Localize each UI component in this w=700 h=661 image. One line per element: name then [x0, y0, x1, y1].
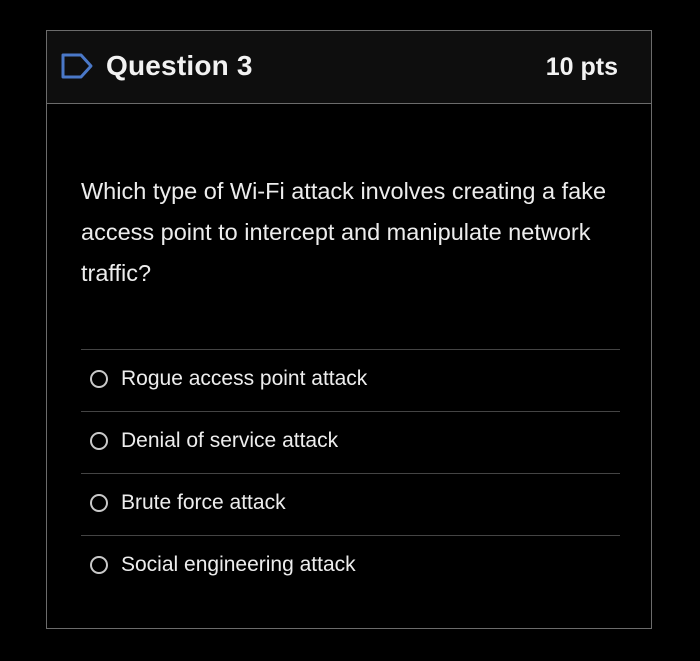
answer-option[interactable]: Brute force attack	[81, 473, 620, 535]
radio-button[interactable]	[90, 556, 108, 574]
answer-option[interactable]: Denial of service attack	[81, 411, 620, 473]
radio-button[interactable]	[90, 370, 108, 388]
answer-list: Rogue access point attack Denial of serv…	[81, 349, 620, 597]
question-points: 10 pts	[545, 53, 618, 81]
flag-outline-icon[interactable]	[60, 51, 94, 81]
answer-option[interactable]: Social engineering attack	[81, 535, 620, 597]
page: Question 3 10 pts Which type of Wi-Fi at…	[0, 0, 700, 661]
question-title: Question 3	[106, 50, 253, 81]
answer-label: Social engineering attack	[121, 553, 356, 576]
radio-button[interactable]	[90, 494, 108, 512]
question-text: Which type of Wi-Fi attack involves crea…	[81, 178, 607, 286]
question-card: Question 3 10 pts Which type of Wi-Fi at…	[46, 30, 652, 629]
answer-label: Brute force attack	[121, 491, 286, 514]
answer-option[interactable]: Rogue access point attack	[81, 349, 620, 411]
answer-label: Rogue access point attack	[121, 367, 368, 390]
radio-button[interactable]	[90, 432, 108, 450]
answer-label: Denial of service attack	[121, 429, 339, 452]
question-header: Question 3 10 pts	[47, 31, 651, 104]
